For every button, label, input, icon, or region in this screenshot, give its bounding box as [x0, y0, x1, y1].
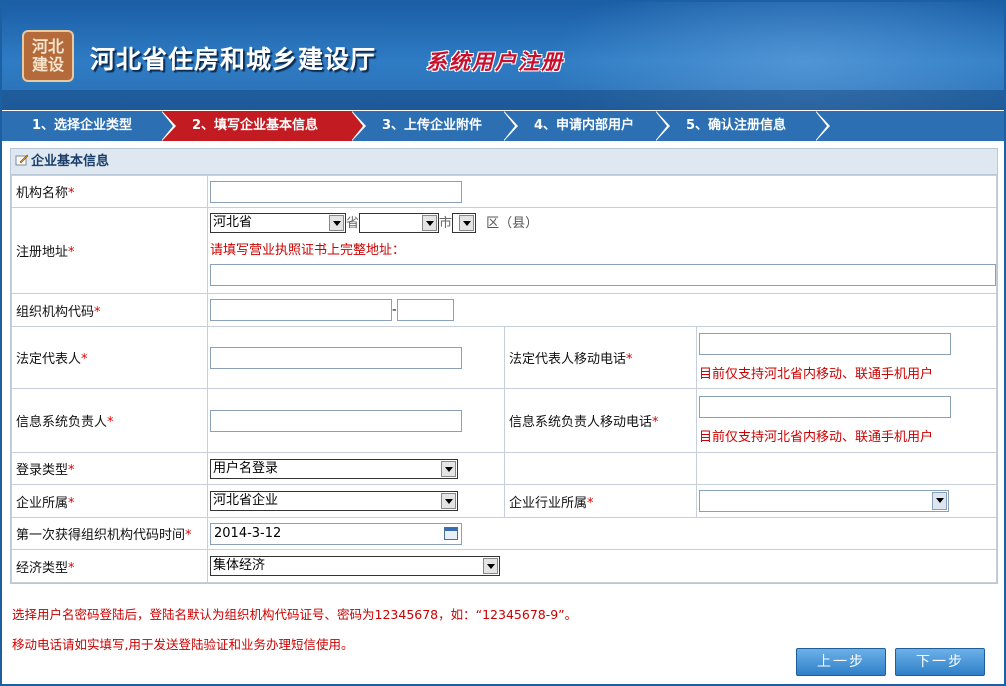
required-mark: *	[68, 495, 75, 511]
row-org-name: 机构名称*	[11, 175, 997, 208]
login-type-label: 登录类型	[16, 463, 69, 478]
belong-label: 企业所属	[16, 495, 69, 511]
required-mark: *	[652, 415, 659, 430]
row-economy: 经济类型* 集体经济	[11, 549, 997, 583]
required-mark: *	[185, 528, 192, 543]
row-belong: 企业所属* 河北省企业 企业行业所属*	[11, 484, 997, 518]
step-progress-bar: 1、选择企业类型 2、填写企业基本信息 3、上传企业附件 4、申请内部用户 5、…	[2, 111, 1004, 141]
first-code-time-input[interactable]	[210, 522, 462, 545]
page-subtitle: 系统用户注册	[426, 49, 564, 74]
legal-phone-input[interactable]	[699, 333, 951, 355]
org-name-label: 机构名称	[16, 186, 69, 201]
chevron-down-icon	[441, 493, 456, 509]
edit-icon	[15, 154, 29, 166]
chevron-down-icon	[932, 492, 947, 510]
required-mark: *	[587, 495, 594, 511]
address-detail-input[interactable]	[210, 263, 996, 286]
legal-rep-label: 法定代表人	[16, 352, 82, 367]
prev-button[interactable]: 上一步	[796, 648, 886, 676]
step-1: 1、选择企业类型	[2, 111, 176, 141]
required-mark: *	[81, 352, 88, 367]
first-code-time-label: 第一次获得组织机构代码时间	[16, 528, 186, 543]
belong-select[interactable]: 河北省企业	[210, 491, 458, 511]
step-5: 5、确认注册信息	[656, 111, 830, 141]
chevron-down-icon	[422, 215, 438, 231]
district-select[interactable]	[452, 213, 477, 233]
district-unit: 区（县）	[486, 215, 539, 231]
logo-text: 河北建设	[31, 37, 64, 74]
row-sys-manager: 信息系统负责人* 信息系统负责人移动电话* 目前仅支持河北省内移动、联通手机用户	[11, 388, 997, 453]
logo-icon: 河北建设	[22, 30, 74, 82]
next-button[interactable]: 下一步	[895, 648, 985, 676]
required-mark: *	[68, 463, 75, 478]
sys-phone-hint: 目前仅支持河北省内移动、联通手机用户	[699, 430, 934, 445]
province-value: 河北省	[213, 215, 253, 230]
required-mark: *	[68, 245, 75, 260]
chevron-down-icon	[441, 460, 456, 477]
note-login-default: 选择用户名密码登陆后，登陆名默认为组织机构代码证号、密码为12345678，如：…	[12, 607, 578, 622]
login-type-value: 用户名登录	[213, 460, 279, 476]
industry-select[interactable]	[699, 490, 949, 512]
row-legal-rep: 法定代表人* 法定代表人移动电话* 目前仅支持河北省内移动、联通手机用户	[11, 326, 997, 389]
row-org-code: 组织机构代码* -	[11, 293, 997, 327]
row-login-type: 登录类型* 用户名登录	[11, 452, 997, 485]
chevron-down-icon	[329, 215, 344, 231]
org-name-input[interactable]	[210, 180, 462, 203]
notes: 选择用户名密码登陆后，登陆名默认为组织机构代码证号、密码为12345678，如：…	[12, 600, 577, 660]
company-info-table: 机构名称* 注册地址* 河北省省市 区（县） 请填写营业执照证书上完整地址： 组…	[11, 175, 997, 583]
step-3: 3、上传企业附件	[352, 111, 518, 141]
company-info-panel: 企业基本信息 机构名称* 注册地址* 河北省省市 区（县） 请填写营业执照证书上…	[10, 148, 998, 584]
header-banner: 河北建设 河北省住房和城乡建设厅 系统用户注册	[2, 2, 1004, 110]
required-mark: *	[626, 352, 633, 367]
chevron-down-icon	[483, 558, 498, 574]
page-frame: 河北建设 河北省住房和城乡建设厅 系统用户注册 1、选择企业类型 2、填写企业基…	[0, 0, 1006, 686]
step-4: 4、申请内部用户	[504, 111, 670, 141]
sys-manager-input[interactable]	[210, 409, 462, 432]
row-first-code-time: 第一次获得组织机构代码时间*	[11, 517, 997, 550]
step-2-current: 2、填写企业基本信息	[162, 111, 366, 141]
login-type-select[interactable]: 用户名登录	[210, 458, 458, 479]
sys-phone-input[interactable]	[699, 396, 951, 418]
sys-phone-label: 信息系统负责人移动电话	[509, 415, 653, 430]
economy-select[interactable]: 集体经济	[210, 556, 500, 576]
section-header: 企业基本信息	[11, 149, 997, 175]
province-select[interactable]: 河北省	[210, 213, 346, 233]
org-code-main-input[interactable]	[210, 299, 392, 321]
economy-value: 集体经济	[213, 558, 266, 573]
province-unit: 省	[346, 215, 360, 231]
industry-label: 企业行业所属	[509, 495, 588, 511]
required-mark: *	[94, 304, 101, 320]
address-hint: 请填写营业执照证书上完整地址：	[210, 242, 406, 258]
city-select[interactable]	[359, 213, 440, 233]
belong-value: 河北省企业	[213, 493, 279, 508]
legal-phone-hint: 目前仅支持河北省内移动、联通手机用户	[699, 367, 934, 382]
required-mark: *	[68, 186, 75, 201]
required-mark: *	[68, 560, 75, 576]
city-unit: 市	[439, 215, 453, 231]
legal-rep-input[interactable]	[210, 346, 462, 369]
site-title: 河北省住房和城乡建设厅	[90, 45, 377, 74]
org-code-label: 组织机构代码	[16, 304, 95, 320]
chevron-down-icon	[459, 215, 475, 231]
row-address: 注册地址* 河北省 省 市 区（县） 请填写营业执照证书上完整地址：	[11, 207, 997, 294]
sys-manager-label: 信息系统负责人	[16, 415, 108, 430]
required-mark: *	[107, 415, 114, 430]
org-code-check-input[interactable]	[396, 299, 454, 321]
economy-label: 经济类型	[16, 560, 69, 576]
note-mobile: 移动电话请如实填写,用于发送登陆验证和业务办理短信使用。	[12, 637, 354, 652]
calendar-icon[interactable]	[444, 527, 458, 540]
address-label: 注册地址	[16, 245, 69, 260]
legal-phone-label: 法定代表人移动电话	[509, 352, 627, 367]
section-title: 企业基本信息	[31, 154, 110, 169]
